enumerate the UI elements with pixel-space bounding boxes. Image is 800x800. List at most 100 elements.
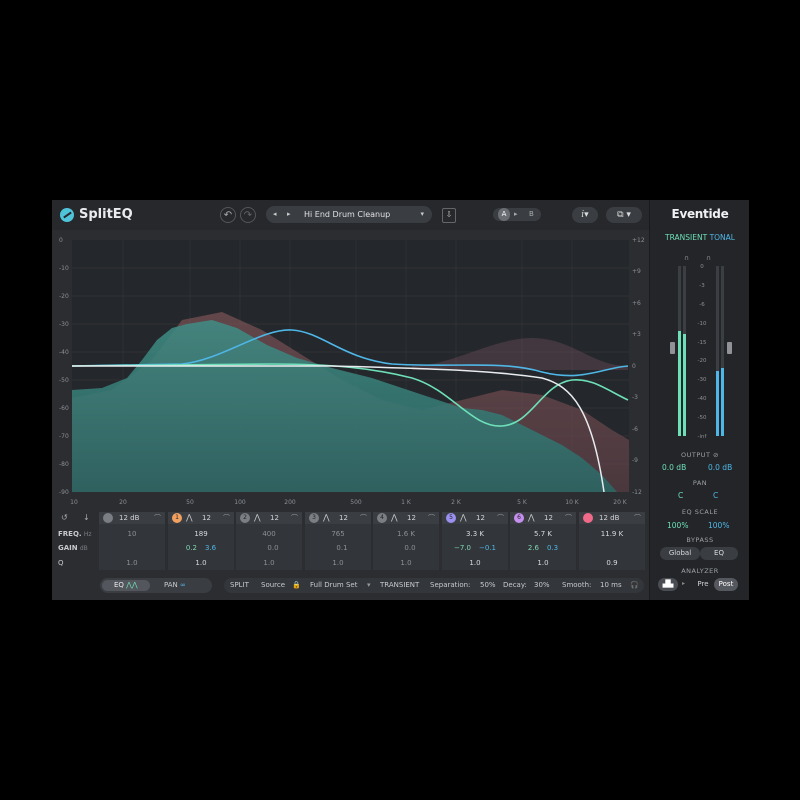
band-gain[interactable]: 0.1: [305, 544, 371, 552]
band-gain-transient[interactable]: 0.2: [186, 544, 197, 552]
pan-tonal-value[interactable]: C: [713, 491, 718, 500]
headphones-icon[interactable]: ⌒: [291, 512, 298, 524]
band-number[interactable]: 1: [172, 513, 182, 523]
band-gain-tonal[interactable]: 3.6: [205, 544, 216, 552]
ab-a-button[interactable]: A: [498, 208, 510, 221]
mode-transient[interactable]: TRANSIENT: [665, 233, 707, 242]
band-q[interactable]: 1.0: [373, 559, 439, 567]
band-freq[interactable]: 5.7 K: [510, 530, 576, 538]
band-freq[interactable]: 1.6 K: [373, 530, 439, 538]
pan-transient-value[interactable]: C: [678, 491, 683, 500]
separation-value[interactable]: 50%: [480, 578, 496, 593]
band-number[interactable]: 6: [514, 513, 524, 523]
ab-copy-button[interactable]: ▸: [514, 208, 518, 221]
save-preset-icon[interactable]: ⇩: [442, 208, 456, 223]
band-5[interactable]: 5 ⋀ 12 ⌒ 3.3 K −7.0 −0.1 1.0: [442, 512, 508, 570]
band-slope[interactable]: 12: [544, 512, 553, 524]
band-shape-icon[interactable]: ⋀: [254, 512, 261, 524]
band-number[interactable]: 2: [240, 513, 250, 523]
redo-icon[interactable]: ↷: [240, 207, 256, 223]
band-shape-icon[interactable]: ⋀: [323, 512, 330, 524]
band-slope[interactable]: 12: [339, 512, 348, 524]
band-gain[interactable]: 0.0: [373, 544, 439, 552]
band-slope[interactable]: 12 dB: [599, 512, 619, 524]
headphones-icon[interactable]: 🎧: [630, 578, 639, 593]
band-q[interactable]: 1.0: [305, 559, 371, 567]
band-number[interactable]: 4: [377, 513, 387, 523]
pan-mode-button[interactable]: PAN ∞: [164, 580, 186, 591]
lock-icon[interactable]: 🔒: [292, 578, 301, 593]
band-gain-tonal[interactable]: 0.3: [547, 544, 558, 552]
band-q[interactable]: 1.0: [236, 559, 302, 567]
band-slope[interactable]: 12: [202, 512, 211, 524]
chevron-down-icon[interactable]: ▾: [367, 578, 371, 593]
band-gain[interactable]: 0.2 3.6: [168, 544, 234, 552]
band-4[interactable]: 4 ⋀ 12 ⌒ 1.6 K 0.0 1.0: [373, 512, 439, 570]
band-shape-icon[interactable]: ⋀: [528, 512, 535, 524]
ab-b-button[interactable]: B: [529, 208, 534, 221]
band-gain-tonal[interactable]: −0.1: [479, 544, 496, 552]
headphones-icon[interactable]: ⌒: [428, 512, 435, 524]
band-gain-tonal[interactable]: 0.0: [267, 544, 278, 552]
band-shape-icon[interactable]: ⋀: [186, 512, 193, 524]
eq-mode-button[interactable]: EQ ⋀⋀: [102, 580, 150, 591]
band-gain-tonal[interactable]: 0.0: [404, 544, 415, 552]
band-gain[interactable]: [99, 544, 165, 552]
headphones-icon[interactable]: ⌒: [223, 512, 230, 524]
smooth-value[interactable]: 10 ms: [600, 578, 622, 593]
eq-graph[interactable]: [71, 240, 629, 493]
analyzer-spectrum-icon[interactable]: ▟▙: [658, 578, 678, 591]
transient-output-slider[interactable]: [670, 342, 675, 354]
band-slope[interactable]: 12: [407, 512, 416, 524]
output-transient-value[interactable]: 0.0 dB: [662, 463, 686, 472]
band-gain-transient[interactable]: 2.6: [528, 544, 539, 552]
band-gain[interactable]: −7.0 −0.1: [442, 544, 508, 552]
band-freq[interactable]: 10: [99, 530, 165, 538]
band-freq[interactable]: 11.9 K: [579, 530, 645, 538]
band-number[interactable]: 5: [446, 513, 456, 523]
band-slope[interactable]: 12 dB: [119, 512, 139, 524]
analyzer-post-button[interactable]: Post: [714, 578, 738, 591]
bypass-eq-button[interactable]: EQ: [700, 547, 738, 560]
band-q[interactable]: 1.0: [442, 559, 508, 567]
headphones-icon[interactable]: ⌒: [565, 512, 572, 524]
source-select[interactable]: Full Drum Set: [310, 578, 357, 593]
arrow-down-icon[interactable]: ↓: [83, 513, 90, 522]
band-shape-icon[interactable]: ⋀: [391, 512, 398, 524]
tonal-output-slider[interactable]: [727, 342, 732, 354]
mode-tonal[interactable]: TONAL: [710, 233, 735, 242]
band-6[interactable]: 6 ⋀ 12 ⌒ 5.7 K 2.6 0.3 1.0: [510, 512, 576, 570]
band-slope[interactable]: 12: [270, 512, 279, 524]
headphones-icon[interactable]: ⌒: [154, 512, 161, 524]
preset-selector[interactable]: ◂ ▸ Hi End Drum Cleanup ▾: [266, 206, 432, 223]
band-3[interactable]: 3 ⋀ 12 ⌒ 765 0.1 1.0: [305, 512, 371, 570]
bypass-global-button[interactable]: Global: [660, 547, 700, 560]
band-0[interactable]: 12 dB ⌒ 10 1.0: [99, 512, 165, 570]
band-2[interactable]: 2 ⋀ 12 ⌒ 400 0.0 1.0: [236, 512, 302, 570]
band-freq[interactable]: 3.3 K: [442, 530, 508, 538]
headphones-icon[interactable]: ⌒: [497, 512, 504, 524]
band-gain[interactable]: 0.0: [236, 544, 302, 552]
band-freq[interactable]: 189: [168, 530, 234, 538]
headphones-icon[interactable]: ⌒: [634, 512, 641, 524]
undo-icon[interactable]: ↶: [220, 207, 236, 223]
band-number[interactable]: 3: [309, 513, 319, 523]
analyzer-pre-button[interactable]: Pre: [693, 578, 713, 591]
eq-scale-transient-value[interactable]: 100%: [667, 521, 688, 530]
decay-value[interactable]: 30%: [534, 578, 550, 593]
band-shape-icon[interactable]: ⋀: [460, 512, 467, 524]
band-freq[interactable]: 400: [236, 530, 302, 538]
output-tonal-value[interactable]: 0.0 dB: [708, 463, 732, 472]
eq-pan-toggle[interactable]: EQ ⋀⋀ PAN ∞: [100, 578, 212, 593]
band-q[interactable]: 1.0: [168, 559, 234, 567]
band-1[interactable]: 1 ⋀ 12 ⌒ 189 0.2 3.6 1.0: [168, 512, 234, 570]
band-gain-transient[interactable]: −7.0: [454, 544, 471, 552]
band-slope[interactable]: 12: [476, 512, 485, 524]
eq-curve-svg[interactable]: [71, 240, 629, 493]
next-preset-icon[interactable]: ▸: [287, 206, 291, 223]
band-q[interactable]: 1.0: [510, 559, 576, 567]
band-gain-tonal[interactable]: 0.1: [336, 544, 347, 552]
band-q[interactable]: 0.9: [579, 559, 645, 567]
band-number[interactable]: [583, 513, 593, 523]
band-freq[interactable]: 765: [305, 530, 371, 538]
